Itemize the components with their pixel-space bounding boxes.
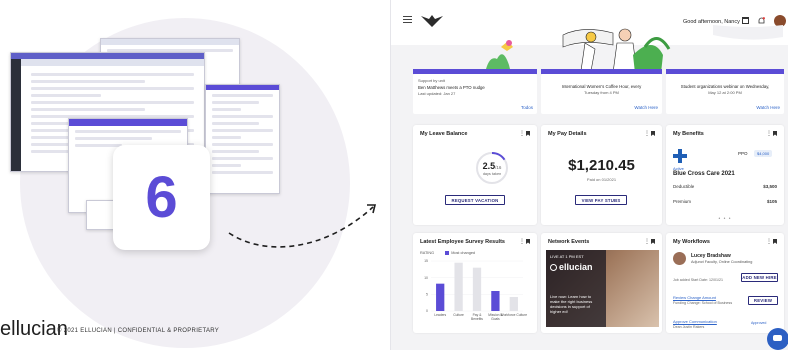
event-image[interactable]: LIVE AT 1 PM EST ellucian Live now: Lear… (546, 250, 659, 327)
leave-unit: days taken (482, 172, 502, 176)
promo-link[interactable]: Todos (521, 105, 533, 111)
dashboard-screenshot: Good afternoon, Nancy Support by unit Be… (390, 0, 788, 350)
promo-card: International Women's Coffee Hour, every… (541, 74, 662, 114)
more-options-icon[interactable]: ⋮ (519, 131, 525, 137)
leave-balance-card: My Leave Balance ⋮ 2.5/16 days taken REQ… (413, 125, 537, 225)
more-options-icon[interactable]: ⋮ (766, 239, 772, 245)
benefit-row-value: $105 (766, 199, 777, 204)
person-role: Adjunct Faculty, Online Coordinating (691, 260, 753, 264)
chat-bubble-icon[interactable] (767, 328, 788, 350)
x-tick-label: Goals (491, 317, 500, 321)
event-date: LIVE AT 1 PM EST (550, 254, 584, 259)
card-title: My Leave Balance (420, 131, 468, 137)
promo-link[interactable]: Watch Here (634, 105, 658, 111)
slide: 6 ellucian © 2021 ELLUCIAN | CONFIDENTIA… (0, 0, 788, 350)
bookmark-icon[interactable] (773, 131, 777, 136)
menu-icon[interactable] (403, 16, 412, 23)
survey-bar-chart: 051015Leaders Culture Pay &BenefitsMission… (424, 259, 527, 321)
promo-title: Support by unit (418, 78, 445, 83)
bar[interactable] (491, 291, 500, 311)
dashed-arrow-icon (228, 204, 377, 248)
leave-value: 2.5/16 (482, 161, 502, 171)
card-title: My Workflows (673, 239, 710, 245)
notification-bell-icon[interactable] (758, 17, 765, 25)
person-avatar (673, 252, 686, 265)
y-tick-label: 5 (426, 293, 428, 297)
plan-name: Blue Cross Care 2021 (673, 171, 735, 177)
promo-link[interactable]: Watch Here (756, 105, 780, 111)
bookmark-icon[interactable] (651, 239, 655, 244)
y-tick-label: 10 (424, 276, 428, 280)
add-new-hire-button[interactable]: ADD NEW HIRE (741, 273, 778, 282)
workflow-note: Job added Start Date: 12/01/21 (673, 278, 723, 282)
pay-amount: $1,210.45 (568, 157, 635, 174)
hero-illustration (485, 25, 783, 73)
promo-line: Tuesday from 4 PM (584, 89, 619, 95)
benefits-card: My Benefits ⋮ PPO $4,000 Active Blue Cro… (666, 125, 784, 225)
card-title: Network Events (548, 239, 590, 245)
y-tick-label: 15 (424, 259, 428, 263)
promo-card: Student organizations webinar on Wednesd… (666, 74, 784, 114)
more-options-icon[interactable]: ⋮ (644, 239, 650, 245)
event-overlay: LIVE AT 1 PM EST ellucian Live now: Lear… (546, 250, 606, 327)
card-title: Latest Employee Survey Results (420, 239, 505, 245)
bar[interactable] (454, 262, 463, 311)
copyright-text: © 2021 ELLUCIAN | CONFIDENTIAL & PROPRIE… (57, 328, 220, 334)
bookmark-icon[interactable] (526, 239, 530, 244)
view-pay-stubs-button[interactable]: VIEW PAY STUBS (575, 195, 627, 205)
bookmark-icon[interactable] (526, 131, 530, 136)
x-tick-label: Workforce Culture (501, 313, 527, 317)
survey-results-card: Latest Employee Survey Results ⋮ RATING … (413, 233, 537, 333)
bookmark-icon[interactable] (773, 239, 777, 244)
card-title: My Benefits (673, 131, 704, 137)
bar[interactable] (472, 267, 482, 311)
request-vacation-button[interactable]: REQUEST VACATION (445, 195, 505, 205)
benefit-row-label: Deductible (673, 184, 695, 189)
more-options-icon[interactable]: ⋮ (644, 131, 650, 137)
workflow-note: Dean Justin Rakers (673, 325, 705, 329)
calendar-icon[interactable] (742, 17, 749, 24)
pay-date: Paid on 01/2021 (586, 177, 617, 182)
carousel-dots[interactable]: • • • (666, 216, 784, 222)
x-tick-label: Benefits (471, 317, 483, 321)
bar[interactable] (509, 297, 518, 311)
event-caption: Live now: Learn how to make the right bu… (550, 293, 593, 315)
x-tick-label: Culture (453, 313, 464, 317)
workflows-card: My Workflows ⋮ Lucey Bradshaw Adjunct Fa… (666, 233, 784, 333)
promo-card: Support by unit Ben Matthews meets a PTO… (413, 74, 537, 114)
plan-type: PPO (738, 151, 748, 156)
network-events-card: Network Events ⋮ LIVE AT 1 PM EST elluci… (541, 233, 662, 333)
more-options-icon[interactable]: ⋮ (766, 131, 772, 137)
event-brand: ellucian (550, 262, 602, 274)
blue-cross-logo-icon (673, 149, 687, 163)
bookmark-icon[interactable] (651, 131, 655, 136)
promo-title: International Women's Coffee Hour, every (561, 84, 642, 89)
person-name: Lucey Bradshaw (691, 253, 731, 259)
chart-legend: RATING Most changed (420, 251, 476, 255)
promo-title: Student organizations webinar on Wednesd… (680, 84, 770, 89)
x-tick-label: Leaders (434, 313, 446, 317)
benefit-row-value: $3,500 (763, 184, 777, 189)
bar[interactable] (436, 283, 445, 311)
approved-status: Approved (751, 321, 767, 325)
step-number: 6 (145, 165, 178, 230)
workflow-link[interactable]: Approve Communication (673, 319, 717, 324)
y-tick-label: 0 (426, 309, 428, 313)
review-button[interactable]: REVIEW (748, 296, 778, 305)
step-number-card: 6 (113, 145, 210, 250)
benefit-row-label: Premium (673, 199, 692, 204)
plan-badge: $4,000 (754, 150, 773, 157)
workflow-note: Funding Change: School of Business (673, 301, 733, 305)
more-options-icon[interactable]: ⋮ (519, 239, 525, 245)
promo-line: May 12 at 2:00 PM (708, 89, 742, 95)
workflow-link[interactable]: Review Change Amount (673, 295, 716, 300)
screenshot-thumbnail (205, 84, 280, 194)
pay-details-card: My Pay Details ⋮ $1,210.45 Paid on 01/20… (541, 125, 662, 225)
card-title: My Pay Details (548, 131, 587, 137)
promo-line: Last updated: Jan 27 (418, 91, 456, 97)
